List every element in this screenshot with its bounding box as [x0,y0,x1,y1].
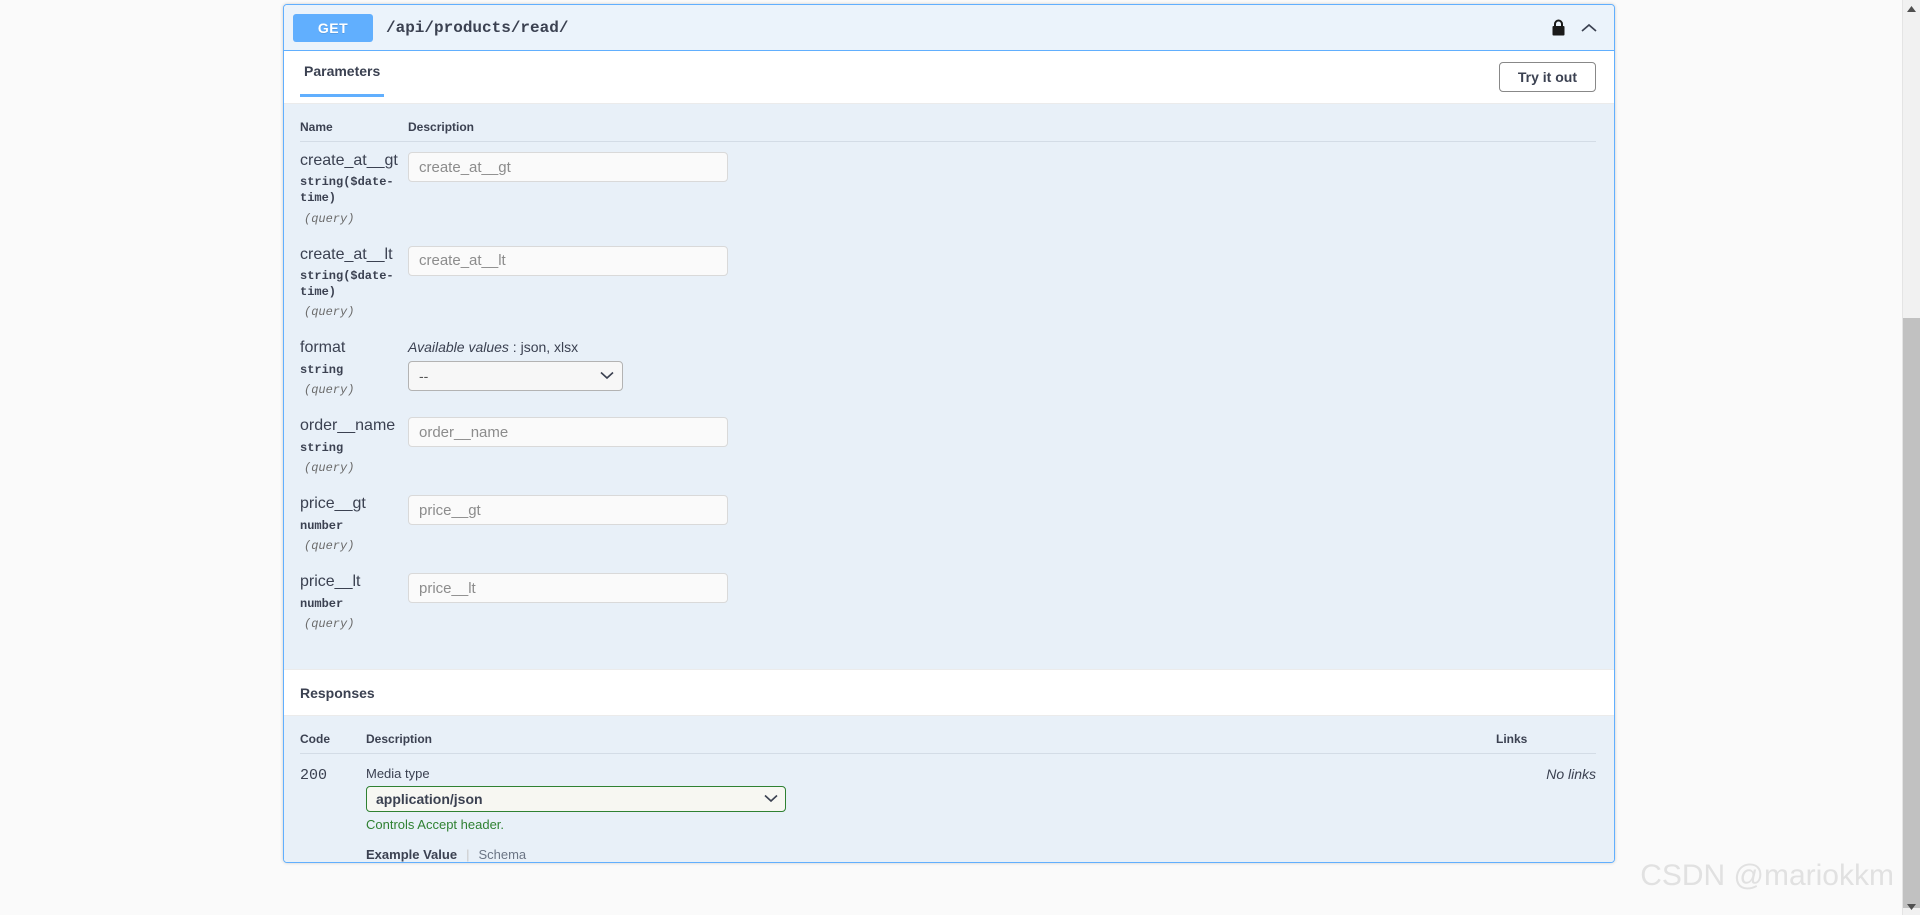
tab-parameters[interactable]: Parameters [300,51,385,103]
price-lt-input[interactable] [408,573,728,604]
create-at-gt-input[interactable] [408,152,728,182]
parameter-type: number [300,518,344,533]
controls-accept-header-note: Controls Accept header. [366,817,505,833]
parameter-location: (query) [304,383,355,398]
table-row: create_at__gt string($date-time) (query) [300,142,1596,236]
scroll-up-arrow-icon[interactable] [1903,0,1920,17]
parameters-table-head-row: Name Description [300,104,1596,142]
responses-title: Responses [300,684,375,701]
table-row: price__lt number (query) [300,563,1596,641]
parameter-type: string($date-time) [300,268,394,299]
tab-schema[interactable]: Schema [478,847,526,862]
col-header-links: Links [1496,716,1596,755]
col-header-code: Code [300,716,366,755]
parameter-description-cell [408,142,1596,236]
page-scrollbar[interactable] [1902,0,1920,915]
section-tabs: Parameters [300,51,385,103]
table-row: 200 Media type application/json Controls… [300,754,1596,862]
parameter-name-cell: format string (query) [300,329,408,407]
operation-block: GET /api/products/read/ Parameters Try i… [283,4,1615,864]
parameters-body: Name Description create_at__gt string($d… [284,104,1614,670]
scroll-down-arrow-icon[interactable] [1903,898,1920,915]
responses-section-header: Responses [284,669,1614,717]
responses-table: Code Description Links 200 Media type ap… [300,716,1596,862]
lock-icon[interactable] [1551,19,1566,37]
parameter-location: (query) [304,617,355,632]
parameter-name: format [300,339,346,357]
parameter-name-cell: price__lt number (query) [300,563,408,641]
parameter-name: price__lt [300,573,361,591]
media-type-select[interactable]: application/json [366,786,786,813]
parameter-name: create_at__lt [300,245,393,263]
parameter-name-cell: price__gt number (query) [300,485,408,563]
parameter-name-cell: create_at__gt string($date-time) (query) [300,142,408,236]
operation-path: /api/products/read/ [386,18,569,37]
parameter-description-cell [408,236,1596,330]
media-type-select-wrapper: application/json [366,786,786,813]
parameter-location: (query) [304,539,355,554]
parameter-description-cell [408,485,1596,563]
parameter-name-cell: create_at__lt string($date-time) (query) [300,236,408,330]
order-name-input[interactable] [408,417,728,448]
parameter-location: (query) [304,461,355,476]
parameter-name: create_at__gt [300,152,398,169]
parameter-name: price__gt [300,495,366,513]
csdn-watermark: CSDN @mariokkm [1640,859,1894,892]
example-schema-tabs: Example Value | Schema [366,847,1496,862]
parameter-description-cell: Available values : json, xlsx -- [408,329,1596,407]
format-select[interactable]: -- [408,361,623,392]
tab-separator: | [466,847,470,863]
response-code: 200 [300,767,328,785]
operation-header-icons [1551,19,1604,37]
available-values-list: json, xlsx [520,339,579,356]
parameter-name: order__name [300,417,396,435]
available-values-label: Available values [408,339,509,356]
table-row: price__gt number (query) [300,485,1596,563]
parameter-type: string [300,362,344,377]
operation-summary-header[interactable]: GET /api/products/read/ [284,5,1614,51]
parameter-location: (query) [304,211,355,226]
try-it-out-button[interactable]: Try it out [1498,62,1596,92]
parameter-description-cell [408,407,1596,485]
parameter-type: string [300,440,344,455]
table-row: create_at__lt string($date-time) (query) [300,236,1596,330]
col-header-name: Name [300,104,408,142]
parameter-type: number [300,596,344,611]
scrollbar-thumb[interactable] [1903,318,1920,908]
format-select-wrapper: -- [408,361,623,392]
response-links-cell: No links [1546,766,1596,783]
price-gt-input[interactable] [408,495,728,526]
col-header-description: Description [408,104,1596,142]
tab-example-value[interactable]: Example Value [366,847,457,862]
col-header-response-description: Description [366,716,1496,755]
chevron-up-icon[interactable] [1580,22,1598,34]
table-row: format string (query) Available values :… [300,329,1596,407]
available-values-text: Available values : json, xlsx [408,339,1596,355]
http-method-badge: GET [293,13,373,42]
tab-parameters-label: Parameters [304,62,381,79]
parameter-location: (query) [304,305,355,320]
parameters-section-header: Parameters Try it out [284,51,1614,104]
response-code-cell: 200 [300,754,366,862]
parameter-description-cell [408,563,1596,641]
table-row: order__name string (query) [300,407,1596,485]
create-at-lt-input[interactable] [408,245,728,276]
responses-body: Code Description Links 200 Media type ap… [284,716,1614,863]
responses-table-head-row: Code Description Links [300,716,1596,755]
parameter-type: string($date-time) [300,175,394,205]
available-values-colon: : [508,339,521,356]
media-type-label: Media type [366,766,430,782]
parameters-table: Name Description create_at__gt string($d… [300,104,1596,641]
response-description-cell: Media type application/json Controls Acc… [366,754,1496,862]
parameter-name-cell: order__name string (query) [300,407,408,485]
